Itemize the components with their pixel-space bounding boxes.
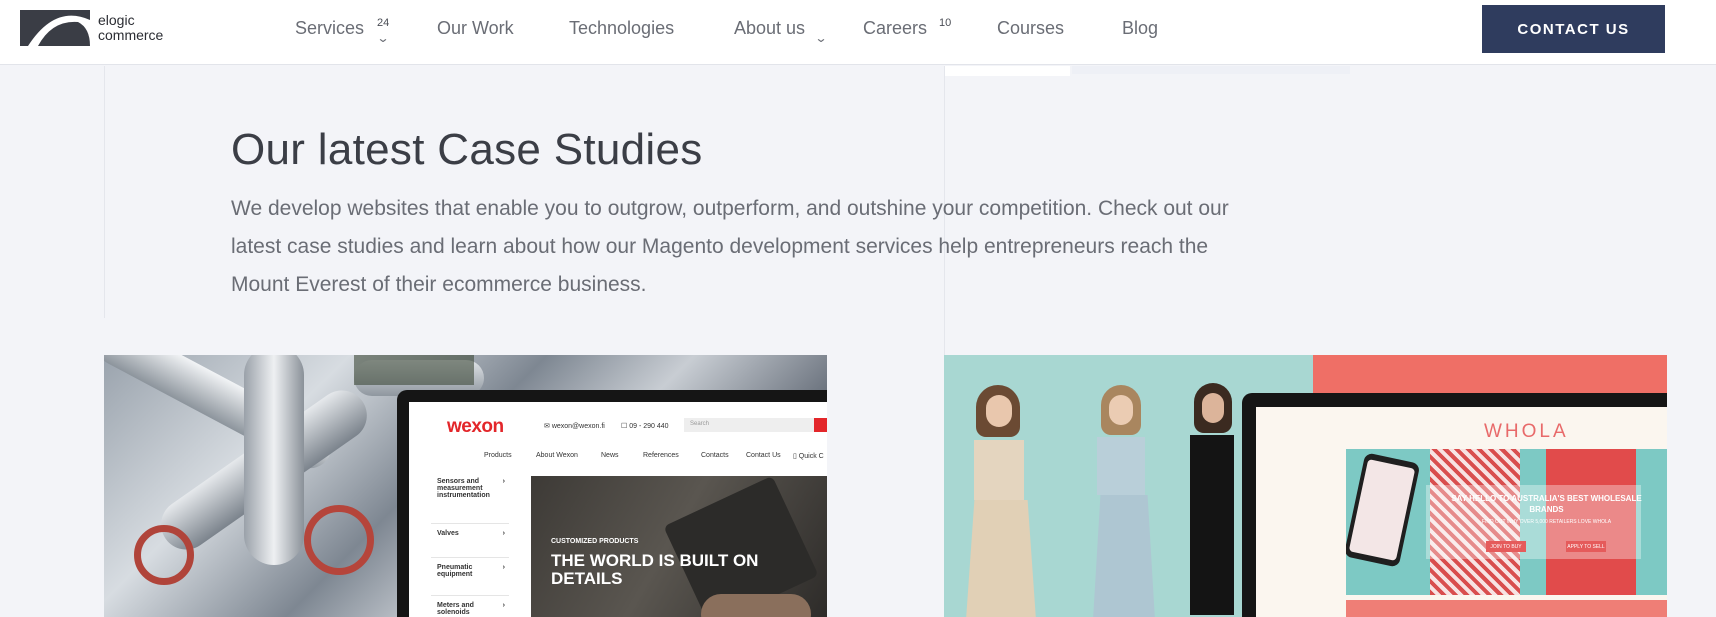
- laptop-mockup: WHOLA SAY HELLO TO AUSTRALIA'S BEST WHOL…: [1242, 393, 1667, 617]
- model-photo: [1190, 383, 1234, 615]
- wexon-menu-item: About Wexon: [536, 452, 578, 459]
- wexon-hero-title: THE WORLD IS BUILT ON DETAILS: [551, 551, 759, 588]
- logo[interactable]: elogic commerce: [20, 10, 180, 46]
- wexon-email: ✉ wexon@wexon.fi: [544, 423, 605, 430]
- whola-subtext: FIND OUT WHY OVER 5,000 RETAILERS LOVE W…: [1481, 519, 1612, 525]
- wexon-side-item: Meters and solenoids ›: [431, 596, 509, 617]
- nav-item-services[interactable]: Services: [295, 18, 364, 39]
- chevron-right-icon: ›: [502, 478, 505, 485]
- whola-logo: WHOLA: [1484, 421, 1569, 442]
- model-photo: [1093, 385, 1155, 617]
- whola-site-screen: WHOLA SAY HELLO TO AUSTRALIA'S BEST WHOL…: [1256, 407, 1667, 617]
- intro-paragraph: We develop websites that enable you to o…: [231, 197, 1229, 296]
- wexon-side-label: Sensors and measurement instrumentation: [437, 478, 490, 499]
- chevron-right-icon: ›: [502, 564, 505, 571]
- page-title: Our latest Case Studies: [231, 125, 703, 174]
- phone-mockup: [1346, 452, 1421, 568]
- chevron-down-icon[interactable]: ⌄: [814, 31, 827, 45]
- wexon-menu-quick: Quick C: [798, 453, 824, 460]
- wexon-side-label: Pneumatic equipment: [437, 564, 473, 578]
- nav-item-our-work[interactable]: Our Work: [437, 18, 514, 39]
- laptop-mockup: wexon ✉ wexon@wexon.fi ☐ 09 - 290 440 Se…: [397, 390, 827, 617]
- wexon-phone: ☐ 09 - 290 440: [621, 423, 669, 430]
- valve-wheel-image: [134, 525, 194, 585]
- contact-us-button[interactable]: CONTACT US: [1482, 5, 1665, 53]
- wexon-menu-item: References: [643, 452, 679, 459]
- wexon-menu-item: News: [601, 452, 619, 459]
- wexon-side-menu: Sensors and measurement instrumentation ›…: [431, 472, 509, 617]
- wexon-side-label: Valves: [437, 530, 459, 537]
- wexon-side-label: Meters and solenoids: [437, 602, 474, 616]
- chevron-right-icon: ›: [502, 602, 505, 609]
- whola-join-button: JOIN TO BUY: [1486, 541, 1526, 552]
- whola-headline: SAY HELLO TO AUSTRALIA'S BEST WHOLESALE …: [1451, 494, 1642, 514]
- wexon-menu-item: Products: [484, 452, 512, 459]
- nav-item-technologies[interactable]: Technologies: [569, 18, 674, 39]
- wexon-logo: wexon: [447, 416, 504, 437]
- grid-line: [104, 66, 105, 318]
- logo-text: elogic commerce: [98, 13, 163, 43]
- whola-footer-strip: [1346, 600, 1667, 617]
- logo-line-2: commerce: [98, 27, 164, 43]
- chevron-right-icon: ›: [502, 530, 505, 537]
- chevron-down-icon[interactable]: ⌄: [376, 31, 389, 45]
- wexon-search-button: [814, 418, 827, 432]
- grid-band: [1072, 66, 1350, 74]
- whola-apply-button: APPLY TO SELL: [1566, 541, 1606, 552]
- logo-mark-icon: [20, 10, 90, 46]
- wexon-hero-kicker: CUSTOMIZED PRODUCTS: [551, 538, 639, 545]
- wexon-site-screen: wexon ✉ wexon@wexon.fi ☐ 09 - 290 440 Se…: [409, 402, 827, 617]
- case-study-card-whola[interactable]: WHOLA SAY HELLO TO AUSTRALIA'S BEST WHOL…: [944, 355, 1667, 617]
- nav-item-careers[interactable]: Careers: [863, 18, 927, 39]
- pipe-image: [244, 355, 304, 565]
- hand-photo: [701, 594, 811, 617]
- model-photo: [966, 385, 1036, 617]
- logo-line-1: elogic: [98, 12, 135, 28]
- wexon-phone-text: 09 - 290 440: [629, 423, 669, 430]
- wexon-menu-item: Contact Us: [746, 452, 781, 459]
- wexon-search-input: Search: [684, 418, 814, 432]
- wexon-menu-item: ▯ Quick C: [793, 453, 824, 460]
- careers-count-badge: 10: [939, 17, 952, 29]
- whola-hero-banner: SAY HELLO TO AUSTRALIA'S BEST WHOLESALE …: [1346, 449, 1667, 595]
- grid-band: [945, 66, 1070, 76]
- site-header: elogic commerce Services 24 ⌄ Our Work T…: [0, 0, 1716, 65]
- pipe-image: [354, 355, 474, 385]
- nav-item-about-us[interactable]: About us: [734, 18, 805, 39]
- nav-item-courses[interactable]: Courses: [997, 18, 1064, 39]
- wexon-email-text: wexon@wexon.fi: [551, 423, 605, 430]
- services-count-badge: 24: [377, 17, 390, 29]
- wexon-hero-banner: CUSTOMIZED PRODUCTS THE WORLD IS BUILT O…: [531, 476, 827, 617]
- wexon-side-item: Pneumatic equipment ›: [431, 558, 509, 596]
- nav-item-blog[interactable]: Blog: [1122, 18, 1158, 39]
- wexon-side-item: Valves ›: [431, 524, 509, 558]
- valve-wheel-image: [304, 505, 374, 575]
- case-study-card-wexon[interactable]: wexon ✉ wexon@wexon.fi ☐ 09 - 290 440 Se…: [104, 355, 827, 617]
- wexon-side-item: Sensors and measurement instrumentation ›: [431, 472, 509, 524]
- wexon-menu-item: Contacts: [701, 452, 729, 459]
